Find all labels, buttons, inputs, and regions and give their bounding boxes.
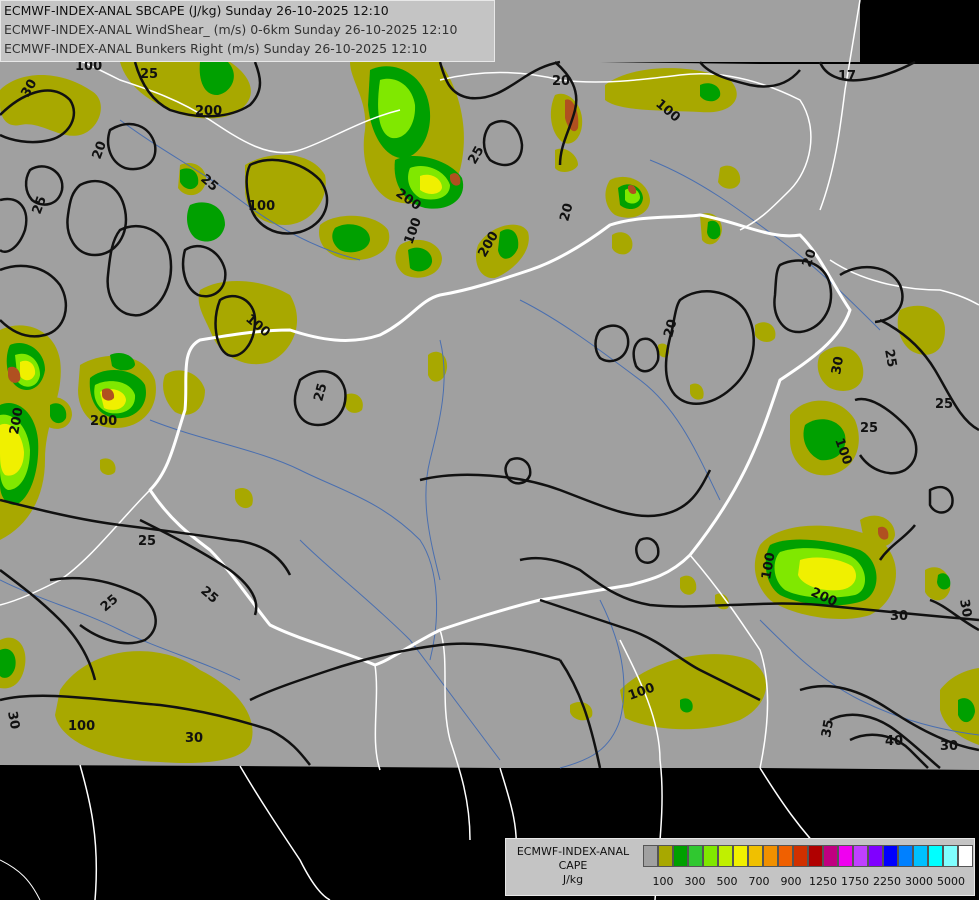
- legend-swatch: [823, 845, 838, 867]
- legend-swatch: [838, 845, 853, 867]
- legend-swatch: [943, 845, 958, 867]
- legend-tick-label: 700: [748, 875, 770, 888]
- contour-label: 30: [890, 609, 908, 624]
- legend-tick-label: 5000: [937, 875, 965, 888]
- legend-swatch: [778, 845, 793, 867]
- legend-color-scale: [643, 845, 973, 867]
- contour-label: 17: [838, 69, 856, 84]
- header-line-cape: ECMWF-INDEX-ANAL SBCAPE (J/kg) Sunday 26…: [4, 3, 389, 18]
- legend-swatch: [658, 845, 673, 867]
- contour-label: 40: [885, 734, 903, 749]
- legend-tick-label: 100: [652, 875, 674, 888]
- contour-label: 30: [829, 355, 847, 375]
- legend-tick-label: 3000: [905, 875, 933, 888]
- legend-swatch: [703, 845, 718, 867]
- header-line-bunkers: ECMWF-INDEX-ANAL Bunkers Right (m/s) Sun…: [4, 41, 428, 56]
- contour-label: 200: [195, 104, 222, 119]
- legend-swatch: [763, 845, 778, 867]
- legend-tick-label: 1250: [809, 875, 837, 888]
- legend-swatch: [928, 845, 943, 867]
- legend-title-model: ECMWF-INDEX-ANAL: [516, 845, 630, 858]
- contour-label: 30: [4, 710, 22, 730]
- legend-swatch: [718, 845, 733, 867]
- contour-label: 30: [940, 739, 958, 754]
- legend-tick-label: 900: [780, 875, 802, 888]
- contour-label: 25: [935, 397, 953, 412]
- legend-swatch: [913, 845, 928, 867]
- contour-label: 200: [90, 414, 117, 429]
- legend-swatch: [688, 845, 703, 867]
- contour-label: 30: [185, 731, 203, 746]
- legend-title-unit: J/kg: [562, 873, 584, 886]
- weather-map: 30 25 100 200 20 25 100 200 17 20 100 25…: [0, 0, 979, 900]
- legend-swatch: [898, 845, 913, 867]
- legend-swatch: [853, 845, 868, 867]
- contour-label: 35: [819, 718, 837, 738]
- legend-tick-label: 1750: [841, 875, 869, 888]
- contour-label: 100: [248, 199, 275, 214]
- contour-label: 25: [140, 67, 158, 82]
- legend-swatch: [958, 845, 973, 867]
- legend-swatch: [808, 845, 823, 867]
- map-header: ECMWF-INDEX-ANAL SBCAPE (J/kg) Sunday 26…: [0, 0, 495, 62]
- legend-swatch: [733, 845, 748, 867]
- header-line-windshear: ECMWF-INDEX-ANAL WindShear_ (m/s) 0-6km …: [4, 22, 458, 37]
- contour-label: 20: [552, 74, 570, 89]
- legend-tick-label: 300: [684, 875, 706, 888]
- legend-swatch: [883, 845, 898, 867]
- legend-swatch: [673, 845, 688, 867]
- legend-swatch: [748, 845, 763, 867]
- legend-swatch: [643, 845, 658, 867]
- legend-swatch: [868, 845, 883, 867]
- legend-tick-labels: 100 300 500 700 900 1250 1750 2250 3000 5000: [643, 875, 973, 889]
- legend-tick-label: 500: [716, 875, 738, 888]
- contour-label: 30: [956, 598, 974, 618]
- contour-label: 25: [881, 348, 899, 368]
- legend-swatch: [793, 845, 808, 867]
- contour-label: 25: [138, 534, 156, 549]
- legend-title: ECMWF-INDEX-ANAL CAPE J/kg: [508, 845, 638, 887]
- legend-tick-label: 2250: [873, 875, 901, 888]
- contour-label: 100: [68, 719, 95, 734]
- legend-title-field: CAPE: [558, 859, 588, 872]
- cape-legend: ECMWF-INDEX-ANAL CAPE J/kg 100 300 500 700 9…: [505, 838, 975, 896]
- contour-label: 25: [860, 421, 878, 436]
